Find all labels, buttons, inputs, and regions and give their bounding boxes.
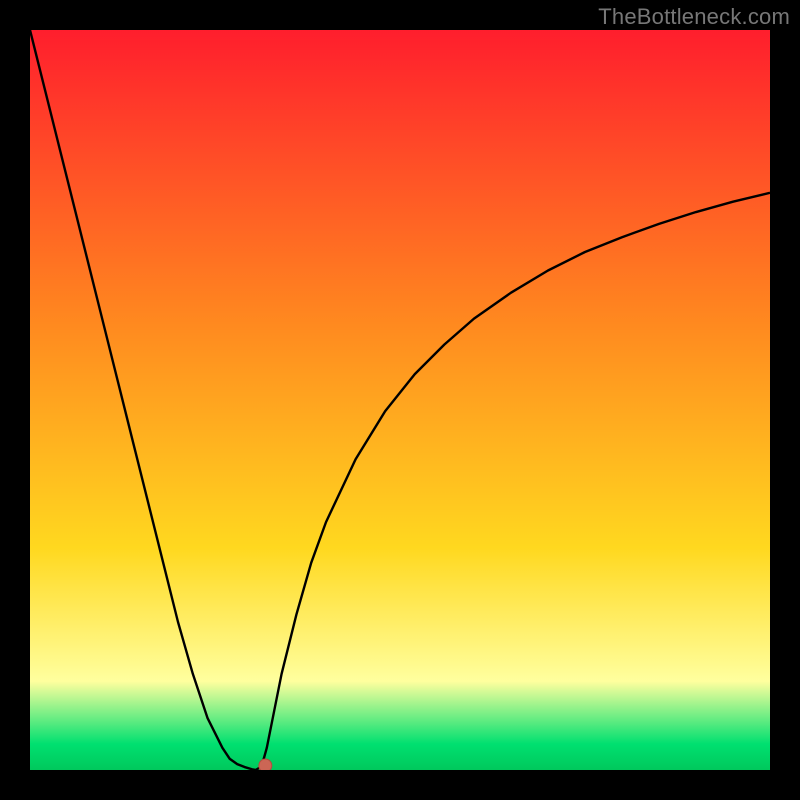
chart-svg [30, 30, 770, 770]
watermark-text: TheBottleneck.com [598, 4, 790, 30]
plot-area [30, 30, 770, 770]
chart-root: TheBottleneck.com [0, 0, 800, 800]
gradient-background [30, 30, 770, 770]
marker-point [259, 759, 272, 770]
